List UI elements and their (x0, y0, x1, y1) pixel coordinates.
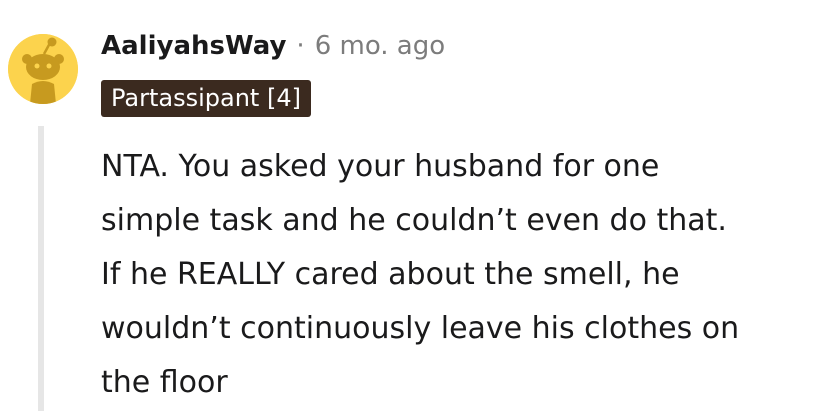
user-avatar-icon[interactable] (8, 34, 78, 104)
comment: AaliyahsWay · 6 mo. ago Partassipant [4]… (0, 0, 823, 411)
comment-header: AaliyahsWay · 6 mo. ago (101, 26, 445, 66)
thread-line[interactable] (38, 126, 44, 411)
meta-separator: · (296, 31, 305, 61)
snoo-avatar-icon (8, 34, 78, 104)
comment-body: NTA. You asked your husband for one simp… (101, 149, 740, 400)
user-flair-badge: Partassipant [4] (101, 80, 311, 117)
comment-timestamp[interactable]: 6 mo. ago (315, 31, 445, 61)
username-link[interactable]: AaliyahsWay (101, 31, 286, 61)
